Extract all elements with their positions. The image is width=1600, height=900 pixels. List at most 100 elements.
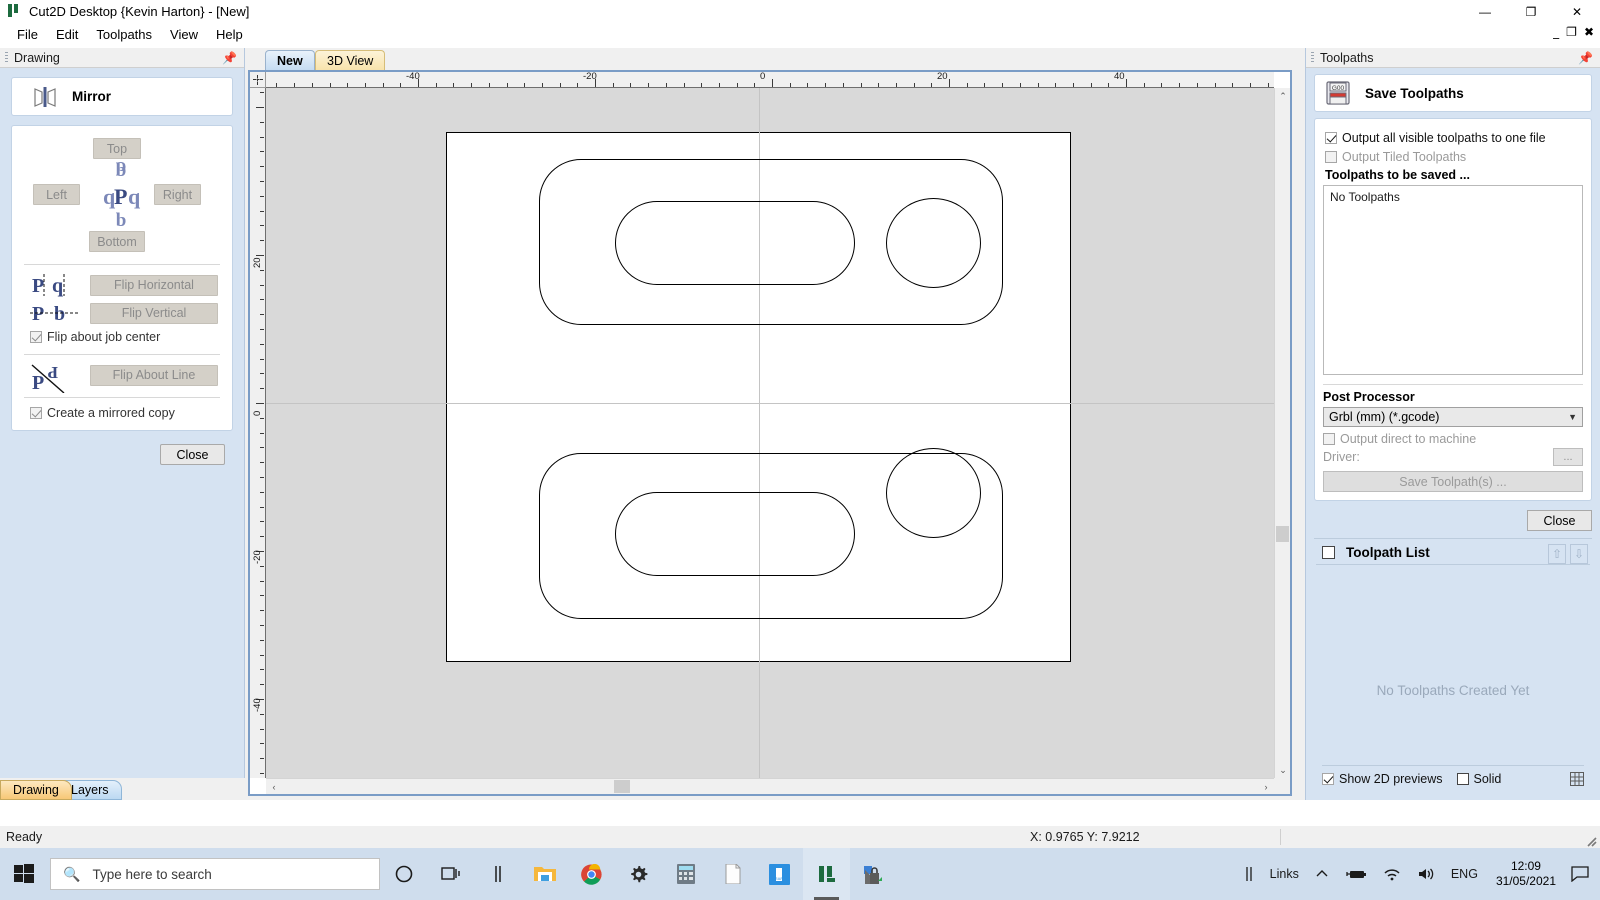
taskbar-clock[interactable]: 12:09 31/05/2021 — [1486, 859, 1566, 889]
menu-toolpaths[interactable]: Toolpaths — [87, 24, 161, 45]
vertical-scroll-thumb[interactable] — [1276, 526, 1289, 542]
flip-horizontal-button[interactable]: Flip Horizontal — [90, 275, 218, 296]
wifi-icon[interactable] — [1375, 848, 1409, 900]
grid-icon[interactable] — [1570, 772, 1584, 786]
inner-rounded-rect-bottom[interactable] — [615, 492, 855, 576]
tab-new[interactable]: New — [265, 50, 315, 70]
circle-bottom[interactable] — [886, 448, 981, 538]
solid-checkbox[interactable] — [1457, 773, 1469, 785]
ruler-label-h: 0 — [760, 72, 765, 82]
arrow-up-icon[interactable]: ⇧ — [1548, 544, 1566, 564]
cortana-circle-icon[interactable] — [380, 848, 427, 900]
mirror-close-button[interactable]: Close — [160, 444, 225, 465]
drawing-canvas[interactable] — [266, 88, 1274, 778]
battery-icon[interactable] — [1337, 848, 1375, 900]
blue-app-icon[interactable]: RAR — [756, 848, 803, 900]
flip-about-job-center-row[interactable]: Flip about job center — [30, 330, 222, 344]
scroll-left-button[interactable]: ‹ — [266, 779, 282, 795]
mirror-right-button[interactable]: Right — [154, 184, 201, 205]
flip-about-line-button[interactable]: Flip About Line — [90, 365, 218, 386]
ruler-minor-tick — [1020, 83, 1021, 87]
vertical-scrollbar[interactable]: ⌃ ⌄ — [1274, 88, 1290, 778]
language-indicator[interactable]: ENG — [1443, 848, 1486, 900]
pause-bars-icon[interactable] — [474, 848, 521, 900]
menu-file[interactable]: File — [8, 24, 47, 45]
mdi-close-button[interactable]: ✖ — [1584, 26, 1594, 38]
toolpaths-close-button[interactable]: Close — [1527, 510, 1592, 531]
chrome-icon[interactable] — [568, 848, 615, 900]
horizontal-scroll-thumb[interactable] — [614, 780, 630, 793]
mirror-tool-body-card: Top Left Right Bottom b b q P q b — [11, 125, 233, 431]
windows-start-icon[interactable] — [0, 848, 48, 900]
menu-edit[interactable]: Edit — [47, 24, 87, 45]
close-button[interactable]: ✕ — [1554, 0, 1600, 23]
save-toolpaths-button[interactable]: Save Toolpath(s) ... — [1323, 471, 1583, 492]
mdi-minimize-button[interactable]: _ — [1553, 26, 1559, 38]
menu-bar: File Edit Toolpaths View Help — [0, 23, 1600, 45]
calculator-icon[interactable] — [662, 848, 709, 900]
ruler-origin-corner — [250, 72, 266, 88]
show-2d-previews-checkbox[interactable] — [1322, 773, 1334, 785]
driver-label: Driver: — [1323, 450, 1360, 464]
tab-3d-view[interactable]: 3D View — [315, 50, 385, 70]
flip-vertical-button[interactable]: Flip Vertical — [90, 303, 218, 324]
ruler-minor-tick — [260, 640, 264, 641]
volume-icon[interactable] — [1409, 848, 1443, 900]
horizontal-scrollbar[interactable]: ‹ › — [266, 778, 1274, 794]
ruler-minor-tick — [1268, 83, 1269, 87]
drag-grip-icon[interactable] — [5, 52, 8, 64]
output-all-visible-row[interactable]: Output all visible toolpaths to one file — [1325, 131, 1583, 145]
mirror-preview-icon: b b q P q b — [98, 154, 144, 234]
ruler-minor-tick — [719, 83, 720, 87]
driver-row: Driver: ... — [1323, 448, 1583, 466]
maximize-button[interactable]: ❐ — [1508, 0, 1554, 23]
search-icon: 🔍 — [63, 866, 80, 883]
ruler-minor-tick — [577, 83, 578, 87]
menu-help[interactable]: Help — [207, 24, 252, 45]
scroll-right-button[interactable]: › — [1258, 779, 1274, 795]
scrollbar-corner — [1274, 778, 1290, 794]
ruler-minor-tick — [737, 83, 738, 87]
vcarve-lock-icon[interactable] — [850, 848, 897, 900]
tray-links-label[interactable]: Links — [1262, 848, 1307, 900]
clock-date: 31/05/2021 — [1496, 874, 1556, 889]
ruler-minor-tick — [684, 83, 685, 87]
tab-drawing[interactable]: Drawing — [0, 780, 72, 800]
toolpaths-save-list[interactable]: No Toolpaths — [1323, 185, 1583, 375]
search-input[interactable]: 🔍 Type here to search — [50, 858, 380, 890]
ruler-minor-tick — [260, 196, 264, 197]
settings-gear-icon[interactable] — [615, 848, 662, 900]
mdi-restore-button[interactable]: ❐ — [1566, 26, 1577, 38]
scroll-up-button[interactable]: ⌃ — [1275, 88, 1291, 104]
create-mirrored-copy-checkbox[interactable] — [30, 407, 42, 419]
scroll-down-button[interactable]: ⌄ — [1275, 762, 1291, 778]
notification-icon[interactable] — [1566, 848, 1594, 900]
task-view-icon[interactable] — [427, 848, 474, 900]
divider-2 — [24, 354, 220, 355]
chevron-up-icon[interactable] — [1307, 848, 1337, 900]
file-explorer-icon[interactable] — [521, 848, 568, 900]
flip-about-job-center-checkbox[interactable] — [30, 331, 42, 343]
driver-browse-button[interactable]: ... — [1553, 448, 1583, 466]
ruler-minor-tick — [260, 462, 264, 463]
post-processor-select[interactable]: Grbl (mm) (*.gcode) ▼ — [1323, 407, 1583, 427]
ruler-minor-tick — [807, 83, 808, 87]
mirror-bottom-button[interactable]: Bottom — [89, 231, 145, 252]
pin-icon[interactable]: 📌 — [1578, 51, 1593, 65]
mirror-tool-title: Mirror — [72, 89, 111, 104]
inner-rounded-rect-top[interactable] — [615, 201, 855, 285]
mirror-left-button[interactable]: Left — [33, 184, 80, 205]
cut2d-icon[interactable] — [803, 848, 850, 900]
resize-grip-icon[interactable] — [1583, 833, 1597, 847]
pin-icon[interactable]: 📌 — [222, 51, 237, 65]
ruler-minor-tick — [260, 299, 264, 300]
menu-view[interactable]: View — [161, 24, 207, 45]
toolpath-list-checkbox[interactable] — [1322, 546, 1335, 559]
arrow-down-icon[interactable]: ⇩ — [1570, 544, 1588, 564]
drag-grip-icon[interactable] — [1311, 52, 1314, 64]
circle-top[interactable] — [886, 198, 981, 288]
minimize-button[interactable]: — — [1462, 0, 1508, 23]
document-icon[interactable] — [709, 848, 756, 900]
create-mirrored-copy-row[interactable]: Create a mirrored copy — [30, 406, 222, 420]
output-all-visible-checkbox[interactable] — [1325, 132, 1337, 144]
